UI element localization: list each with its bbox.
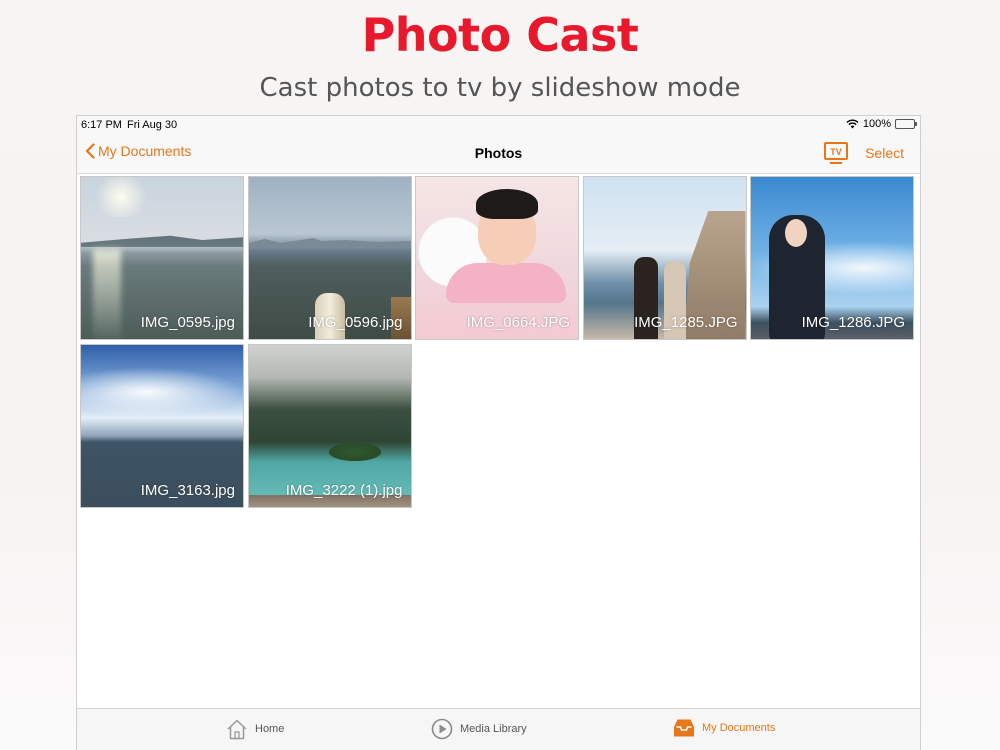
photo-filename: IMG_0595.jpg [140,314,235,331]
status-time: 6:17 PM [81,119,122,131]
device-screen: 6:17 PM Fri Aug 30 100% My Documents Pho… [76,115,921,750]
status-date: Fri Aug 30 [127,119,178,131]
photo-filename: IMG_3163.jpg [140,481,235,499]
tab-media-library[interactable]: Media Library [431,718,527,740]
photo-filename: IMG_0596.jpg [308,314,403,331]
page-title: Photos [474,145,523,161]
photo-scene-sun [91,177,151,217]
photo-filename: IMG_0664.JPG [466,314,570,331]
photo-grid: IMG_0595.jpg IMG_0596.jpg IMG_0664.JPG I… [80,176,920,508]
navigation-bar: My Documents Photos TV Select [77,134,920,174]
tab-bar: Home Media Library My Documents [77,708,920,750]
photo-filename: IMG_1286.JPG [801,314,905,331]
photo-thumbnail[interactable]: IMG_0595.jpg [80,176,244,340]
tab-docs-label: My Documents [702,722,776,734]
photo-filename: IMG_1285.JPG [634,314,738,331]
house-icon [227,719,247,740]
tv-icon-label: TV [830,147,842,157]
photo-thumbnail[interactable]: IMG_1286.JPG [750,176,914,340]
play-circle-icon [431,718,453,740]
photo-scene-cloud [81,366,243,417]
photo-scene-hills [81,235,243,247]
tab-my-documents[interactable]: My Documents [673,718,775,738]
photo-scene-glare [93,249,121,339]
promo-title: Photo Cast [361,8,639,62]
tab-home-label: Home [255,723,285,735]
tab-home[interactable]: Home [226,718,284,740]
select-button[interactable]: Select [865,145,904,161]
photo-scene-hair [476,189,538,219]
cast-tv-button[interactable]: TV [824,142,848,169]
photo-scene-body [446,263,566,303]
wifi-icon [846,119,859,129]
photo-thumbnail[interactable]: IMG_0664.JPG [415,176,579,340]
photo-scene-face [785,219,807,247]
battery-icon [895,119,917,129]
photo-thumbnail[interactable]: IMG_3163.jpg [80,343,244,508]
photo-thumbnail[interactable]: IMG_0596.jpg [247,176,412,340]
photo-filename: IMG_3222 (1).jpg [285,481,403,499]
promo-subtitle: Cast photos to tv by slideshow mode [259,73,741,103]
photo-scene-island [328,442,381,461]
photo-thumbnail[interactable]: IMG_3222 (1).jpg [247,343,412,508]
status-bar: 6:17 PM Fri Aug 30 100% [77,116,920,134]
inbox-tray-icon [674,719,694,737]
photo-scene-city [248,238,411,247]
battery-percent: 100% [862,118,891,130]
tv-icon: TV [824,142,848,164]
status-right: 100% [846,118,917,130]
photo-thumbnail[interactable]: IMG_1285.JPG [582,176,747,340]
tab-media-label: Media Library [460,723,527,735]
